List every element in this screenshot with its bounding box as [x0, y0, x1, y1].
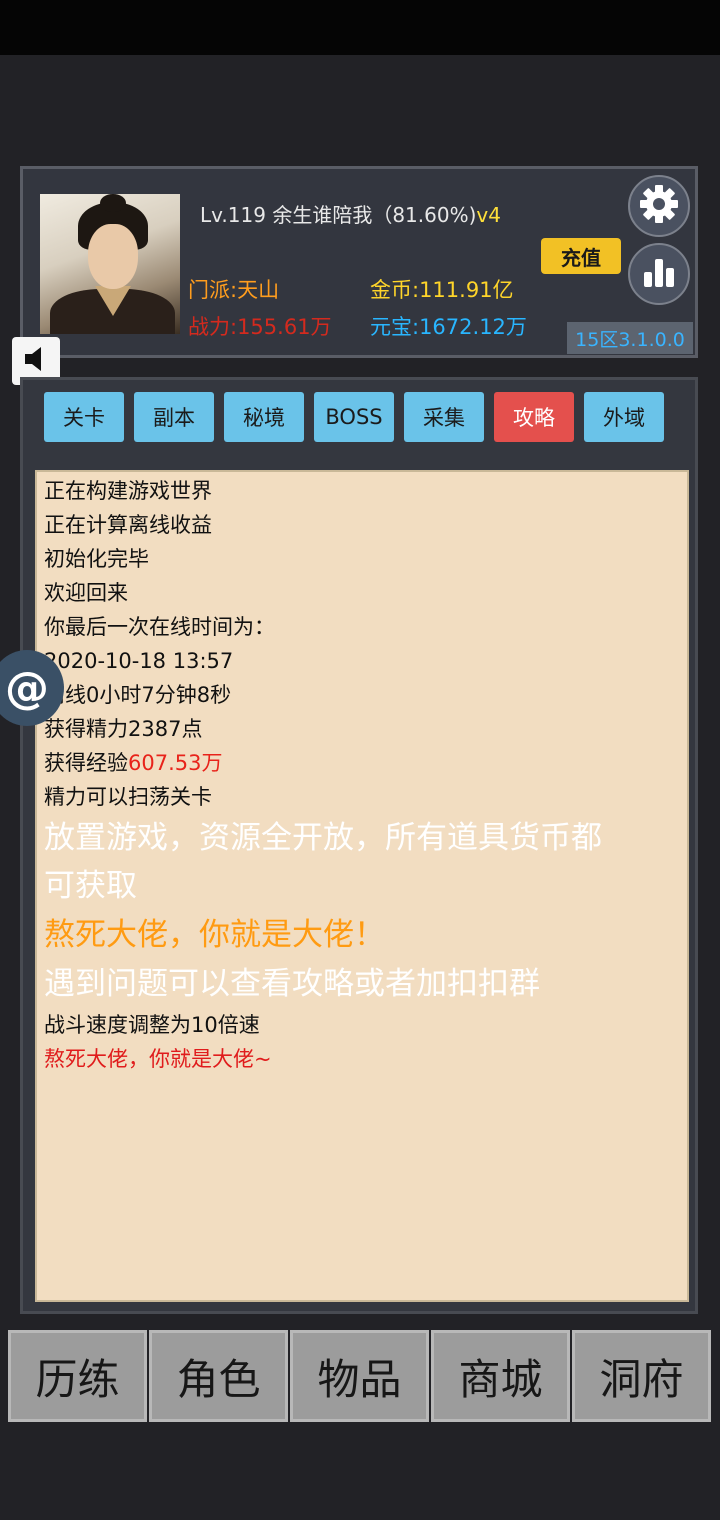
log-line: 正在构建游戏世界 — [44, 479, 212, 503]
log-line-highlight: 遇到问题可以查看攻略或者加扣扣群 — [44, 966, 540, 1002]
tab-gather[interactable]: 采集 — [404, 392, 484, 442]
settings-button[interactable] — [628, 175, 690, 237]
player-avatar[interactable] — [40, 194, 180, 334]
tab-guide[interactable]: 攻略 — [494, 392, 574, 442]
tab-secret-realm[interactable]: 秘境 — [224, 392, 304, 442]
log-line: 获得经验607.53万 — [44, 746, 687, 780]
recharge-button[interactable]: 充值 — [541, 238, 621, 274]
log-line: 2020-10-18 13:57 — [44, 649, 234, 673]
log-line: 战斗速度调整为10倍速 — [44, 1013, 260, 1037]
avatar-face — [88, 224, 138, 289]
category-tabs: 关卡 副本 秘境 BOSS 采集 攻略 外域 — [44, 392, 664, 442]
log-line: 欢迎回来 — [44, 581, 128, 605]
exp-prefix: 获得经验 — [44, 751, 128, 775]
at-icon: @ — [5, 662, 49, 714]
vip-level: v4 — [476, 203, 501, 227]
power-label: 战力:155.61万 — [188, 315, 332, 339]
log-line: 初始化完毕 — [44, 547, 149, 571]
server-version: 15区3.1.0.0 — [567, 322, 693, 354]
avatar-bun — [100, 194, 126, 212]
bottom-navigation: 历练 角色 物品 商城 洞府 — [8, 1330, 712, 1422]
log-line-red: 熬死大佬，你就是大佬~ — [44, 1047, 272, 1071]
tab-outer-domain[interactable]: 外域 — [584, 392, 664, 442]
log-line: 你最后一次在线时间为： — [44, 615, 275, 639]
status-bar — [0, 0, 720, 55]
log-line: 正在计算离线收益 — [44, 513, 212, 537]
log-line-highlight: 可获取 — [44, 868, 137, 904]
nav-items[interactable]: 物品 — [290, 1330, 429, 1422]
log-line: 离线0小时7分钟8秒 — [44, 683, 232, 707]
log-line: 精力可以扫荡关卡 — [44, 785, 212, 809]
tab-stages[interactable]: 关卡 — [44, 392, 124, 442]
speaker-icon — [21, 344, 51, 378]
log-line: 获得精力2387点 — [44, 717, 203, 741]
log-line-highlight: 放置游戏，资源全开放，所有道具货币都 — [44, 820, 602, 856]
nav-training[interactable]: 历练 — [8, 1330, 147, 1422]
player-name: Lv.119 余生谁陪我（81.60%)v4 — [200, 199, 501, 228]
tab-dungeon[interactable]: 副本 — [134, 392, 214, 442]
log-line-slogan: 熬死大佬，你就是大佬！ — [44, 917, 385, 953]
sect-label: 门派:天山 — [188, 278, 280, 302]
tab-boss[interactable]: BOSS — [314, 392, 394, 442]
nav-cave[interactable]: 洞府 — [572, 1330, 711, 1422]
yuanbao-label: 元宝:1672.12万 — [370, 315, 527, 339]
nav-shop[interactable]: 商城 — [431, 1330, 570, 1422]
message-log[interactable]: 正在构建游戏世界 正在计算离线收益 初始化完毕 欢迎回来 你最后一次在线时间为：… — [35, 470, 689, 1302]
bar-chart-icon — [639, 252, 679, 296]
gold-label: 金币:111.91亿 — [370, 278, 514, 302]
ranking-button[interactable] — [628, 243, 690, 305]
gear-icon — [637, 182, 681, 230]
exp-value: 607.53万 — [128, 751, 223, 775]
player-level-name: Lv.119 余生谁陪我（81.60%) — [200, 203, 477, 227]
nav-character[interactable]: 角色 — [149, 1330, 288, 1422]
